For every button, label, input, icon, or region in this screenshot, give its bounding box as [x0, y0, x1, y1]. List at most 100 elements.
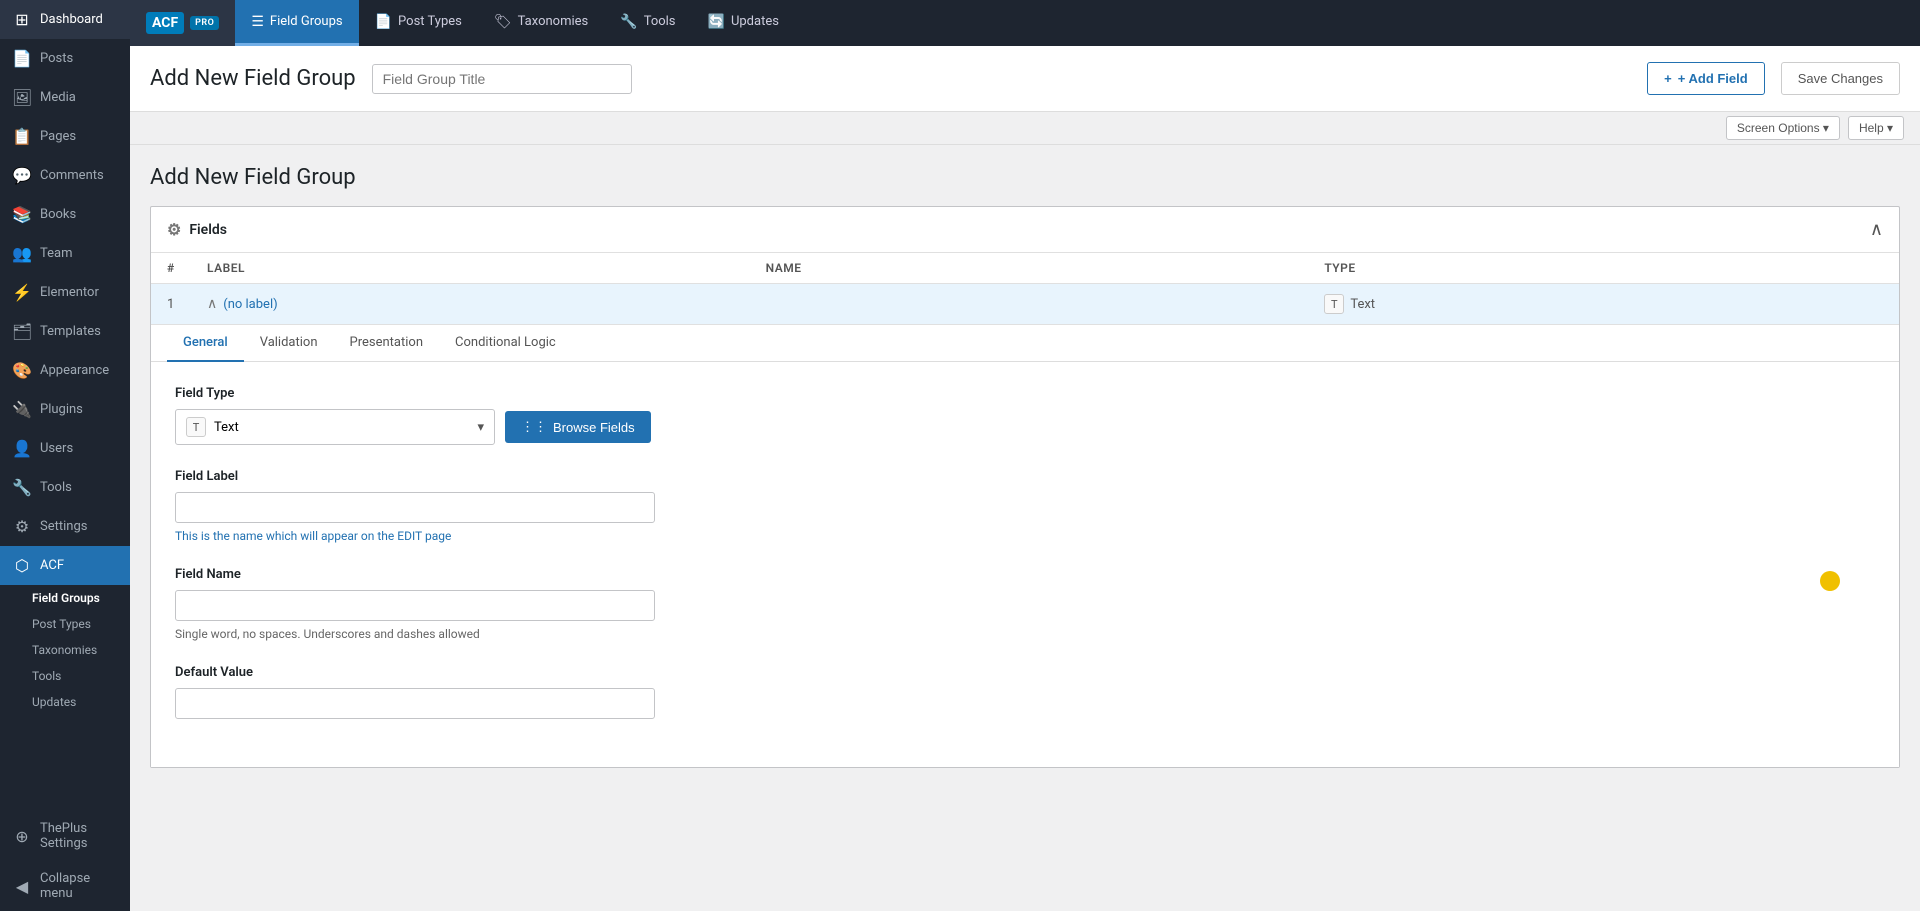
detail-tabs: General Validation Presentation Conditio…	[151, 325, 1899, 362]
acf-icon: ⬡	[12, 556, 32, 575]
dashboard-icon: ⊞	[12, 10, 32, 29]
nav-tab-label: Post Types	[398, 14, 462, 29]
sidebar-item-theplus[interactable]: ⊕ ThePlus Settings	[0, 811, 130, 861]
sidebar-item-label: Templates	[40, 324, 101, 339]
top-nav: ACF PRO ☰ Field Groups 📄 Post Types 🏷 Ta…	[130, 0, 1920, 46]
sidebar-item-label: Posts	[40, 51, 73, 66]
sidebar-item-comments[interactable]: 💬 Comments	[0, 156, 130, 195]
team-icon: 👥	[12, 244, 32, 263]
sidebar-item-pages[interactable]: 📋 Pages	[0, 117, 130, 156]
sidebar-sub-updates[interactable]: Updates	[0, 689, 130, 715]
settings-icon: ⚙	[12, 517, 32, 536]
sidebar-sub-tools[interactable]: Tools	[0, 663, 130, 689]
col-name: Name	[766, 261, 1325, 275]
sidebar-sub-post-types[interactable]: Post Types	[0, 611, 130, 637]
nav-tab-post-types[interactable]: 📄 Post Types	[359, 0, 478, 46]
sidebar-item-label: ThePlus Settings	[40, 821, 118, 851]
templates-icon: 🗂	[12, 322, 32, 341]
col-number: #	[167, 261, 207, 275]
sidebar-sub-taxonomies[interactable]: Taxonomies	[0, 637, 130, 663]
field-type-form-label: Field Type	[175, 386, 1875, 401]
screen-options-button[interactable]: Screen Options ▾	[1726, 116, 1840, 140]
sidebar-item-label: Books	[40, 207, 76, 222]
field-type-select-value: Text	[214, 420, 239, 435]
sidebar-item-users[interactable]: 👤 Users	[0, 429, 130, 468]
nav-tab-taxonomies[interactable]: 🏷 Taxonomies	[478, 0, 604, 46]
elementor-icon: ⚡	[12, 283, 32, 302]
fields-panel-header-left: ⚙ Fields	[167, 220, 227, 239]
panel-collapse-button[interactable]: ∧	[1870, 219, 1883, 240]
page-header-title: Add New Field Group	[150, 66, 356, 91]
sidebar-sub-field-groups[interactable]: Field Groups	[0, 585, 130, 611]
field-group-title-input[interactable]	[372, 64, 632, 94]
sidebar-item-elementor[interactable]: ⚡ Elementor	[0, 273, 130, 312]
sidebar-item-label: Collapse menu	[40, 871, 118, 901]
sidebar-item-plugins[interactable]: 🔌 Plugins	[0, 390, 130, 429]
sidebar-item-appearance[interactable]: 🎨 Appearance	[0, 351, 130, 390]
nav-tab-updates[interactable]: 🔄 Updates	[692, 0, 795, 46]
field-type-row: T Text ▾ ⋮⋮ Browse Fields	[175, 409, 1875, 445]
sidebar-item-label: Settings	[40, 519, 87, 534]
sidebar-item-settings[interactable]: ⚙ Settings	[0, 507, 130, 546]
tab-conditional-logic[interactable]: Conditional Logic	[439, 325, 572, 362]
sidebar-item-media[interactable]: 🖼 Media	[0, 78, 130, 117]
sidebar-item-label: Media	[40, 90, 76, 105]
media-icon: 🖼	[12, 88, 32, 107]
sidebar-item-acf[interactable]: ⬡ ACF	[0, 546, 130, 585]
field-row-number: 1	[167, 297, 207, 312]
header-bar: Add New Field Group + + Add Field Save C…	[130, 46, 1920, 112]
col-label: Label	[207, 261, 766, 275]
sidebar-item-posts[interactable]: 📄 Posts	[0, 39, 130, 78]
sidebar-item-templates[interactable]: 🗂 Templates	[0, 312, 130, 351]
save-changes-button[interactable]: Save Changes	[1781, 62, 1900, 95]
sidebar-item-label: Users	[40, 441, 73, 456]
theplus-icon: ⊕	[12, 827, 32, 846]
sidebar-item-team[interactable]: 👥 Team	[0, 234, 130, 273]
fields-panel-header: ⚙ Fields ∧	[151, 207, 1899, 253]
tab-validation[interactable]: Validation	[244, 325, 334, 362]
sidebar-item-dashboard[interactable]: ⊞ Dashboard	[0, 0, 130, 39]
field-label-form-label: Field Label	[175, 469, 1875, 484]
sidebar-item-label: Plugins	[40, 402, 83, 417]
tab-general[interactable]: General	[167, 325, 244, 362]
help-button[interactable]: Help ▾	[1848, 116, 1904, 140]
field-name-hint: Single word, no spaces. Underscores and …	[175, 627, 1875, 641]
tools-icon: 🔧	[12, 478, 32, 497]
fields-table: # Label Name Type 1 ∧ (no label) T Text	[151, 253, 1899, 767]
field-row-type-cell: T Text	[1324, 294, 1883, 314]
tab-presentation[interactable]: Presentation	[334, 325, 440, 362]
screen-options-bar: Screen Options ▾ Help ▾	[130, 112, 1920, 145]
sidebar-item-collapse[interactable]: ◀ Collapse menu	[0, 861, 130, 911]
fields-panel-icon: ⚙	[167, 220, 181, 239]
sidebar-item-books[interactable]: 📚 Books	[0, 195, 130, 234]
nav-tab-label: Updates	[731, 14, 779, 29]
plugins-icon: 🔌	[12, 400, 32, 419]
table-row[interactable]: 1 ∧ (no label) T Text	[151, 284, 1899, 325]
default-value-input[interactable]	[175, 688, 655, 719]
sidebar-item-tools[interactable]: 🔧 Tools	[0, 468, 130, 507]
add-field-button[interactable]: + + Add Field	[1647, 62, 1765, 95]
sidebar-item-label: Appearance	[40, 363, 109, 378]
field-label-input[interactable]	[175, 492, 655, 523]
chevron-down-icon: ▾	[477, 420, 484, 435]
sidebar-item-label: Team	[40, 246, 73, 261]
field-groups-nav-icon: ☰	[251, 14, 264, 30]
field-type-select-inner: T Text	[186, 417, 239, 437]
yellow-dot-decoration	[1820, 571, 1840, 591]
browse-fields-button[interactable]: ⋮⋮ Browse Fields	[505, 411, 651, 443]
nav-tab-label: Tools	[644, 14, 676, 29]
taxonomies-nav-icon: 🏷	[494, 14, 512, 30]
tools-nav-icon: 🔧	[620, 14, 637, 30]
field-expand-icon[interactable]: ∧	[207, 296, 217, 312]
nav-tab-label: Taxonomies	[518, 14, 589, 29]
nav-tab-field-groups[interactable]: ☰ Field Groups	[235, 0, 358, 46]
nav-tab-tools[interactable]: 🔧 Tools	[604, 0, 691, 46]
appearance-icon: 🎨	[12, 361, 32, 380]
field-row-label-cell: ∧ (no label)	[207, 296, 766, 312]
pages-icon: 📋	[12, 127, 32, 146]
field-type-select[interactable]: T Text ▾	[175, 409, 495, 445]
posts-icon: 📄	[12, 49, 32, 68]
page-title: Add New Field Group	[150, 165, 1900, 190]
field-name-input[interactable]	[175, 590, 655, 621]
acf-pro-badge: PRO	[190, 16, 219, 30]
